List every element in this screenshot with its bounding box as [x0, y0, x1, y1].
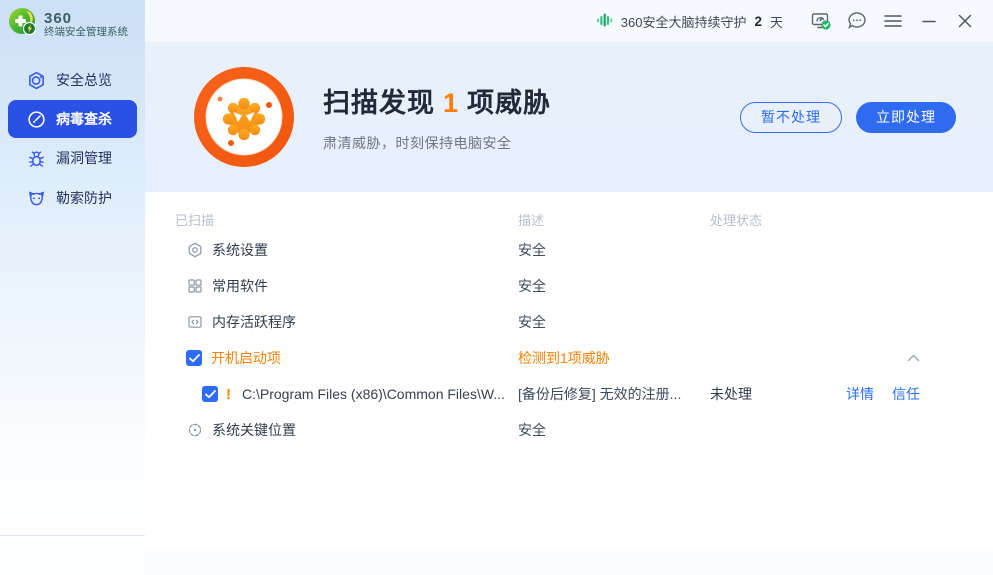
brain-wave-icon: [596, 12, 614, 31]
chat-bubble-icon[interactable]: [845, 9, 869, 33]
common-software-icon: [186, 278, 203, 295]
guard-unit: 天: [770, 12, 783, 31]
column-scanned: 已扫描: [175, 210, 518, 229]
table-row-threat-detail: ! C:\Program Files (x86)\Common Files\W.…: [175, 376, 993, 412]
collapse-chevron-up-icon[interactable]: [907, 354, 920, 362]
threat-virus-icon: [193, 66, 295, 168]
threat-count: 1: [443, 88, 459, 118]
row-description: 安全: [518, 312, 710, 332]
scan-result-subtitle: 肃清威胁，时刻保持电脑安全: [323, 133, 740, 153]
row-name: 系统关键位置: [212, 420, 296, 440]
trust-link[interactable]: 信任: [892, 384, 920, 404]
sidebar: 360 终端安全管理系统 安全总览: [0, 0, 145, 575]
threat-item-checkbox[interactable]: [202, 386, 218, 402]
scan-results-table: 已扫描 描述 处理状态 系统设置 安全: [145, 192, 993, 575]
table-header: 已扫描 描述 处理状态: [175, 206, 993, 232]
table-row-startup-items[interactable]: 开机启动项 检测到1项威胁: [175, 340, 993, 376]
security-brain-status: 360安全大脑持续守护 2 天: [596, 12, 783, 31]
minimize-icon[interactable]: [917, 9, 941, 33]
handle-now-button[interactable]: 立即处理: [856, 102, 956, 133]
threat-status: 未处理: [710, 384, 830, 404]
sidebar-bottom-panel: [0, 535, 145, 575]
column-status: 处理状态: [710, 210, 993, 229]
sidebar-item-vulnerability[interactable]: 漏洞管理: [0, 138, 145, 178]
threat-file-path: C:\Program Files (x86)\Common Files\W...: [242, 386, 505, 402]
brand-subtitle: 终端安全管理系统: [44, 27, 128, 38]
row-description: 安全: [518, 276, 710, 296]
table-row: 常用软件 安全: [175, 268, 993, 304]
row-name: 常用软件: [212, 276, 268, 296]
sidebar-item-label: 勒索防护: [56, 188, 112, 208]
handle-later-button[interactable]: 暂不处理: [740, 102, 842, 133]
security-overview-icon: [26, 70, 46, 90]
memory-process-icon: [186, 314, 203, 331]
scan-result-banner: 扫描发现 1 项威胁 肃清威胁，时刻保持电脑安全 暂不处理 立即处理: [145, 42, 993, 192]
brand: 360 终端安全管理系统: [0, 0, 145, 48]
remote-screen-check-icon[interactable]: [809, 9, 833, 33]
column-description: 描述: [518, 210, 710, 229]
bottom-strip: [145, 550, 993, 575]
sidebar-item-label: 病毒查杀: [56, 109, 112, 129]
title-suffix: 项威胁: [467, 88, 551, 118]
brand-name: 360: [44, 11, 128, 27]
virus-scan-icon: [26, 109, 46, 129]
guard-days: 2: [754, 14, 762, 29]
scan-result-title: 扫描发现 1 项威胁: [323, 81, 740, 120]
table-row: 系统设置 安全: [175, 232, 993, 268]
title-bar: 360安全大脑持续守护 2 天: [145, 0, 993, 42]
threat-description: [备份后修复] 无效的注册...: [518, 384, 710, 404]
brand-text: 360 终端安全管理系统: [44, 11, 128, 38]
action-buttons: 暂不处理 立即处理: [740, 102, 956, 133]
table-row: 系统关键位置 安全: [175, 412, 993, 448]
360-logo-icon: [8, 7, 38, 42]
row-description: 检测到1项威胁: [518, 348, 710, 368]
sidebar-nav: 安全总览 病毒查杀: [0, 60, 145, 218]
sidebar-item-label: 漏洞管理: [56, 148, 112, 168]
sidebar-item-security-overview[interactable]: 安全总览: [0, 60, 145, 100]
sidebar-item-ransomware[interactable]: 勒索防护: [0, 178, 145, 218]
system-settings-icon: [186, 242, 203, 259]
row-name: 开机启动项: [211, 348, 281, 368]
menu-icon[interactable]: [881, 9, 905, 33]
system-critical-location-icon: [186, 422, 203, 439]
app-window: 360 终端安全管理系统 安全总览: [0, 0, 993, 575]
scan-result-text: 扫描发现 1 项威胁 肃清威胁，时刻保持电脑安全: [323, 81, 740, 153]
table-row: 内存活跃程序 安全: [175, 304, 993, 340]
sidebar-item-virus-scan[interactable]: 病毒查杀: [8, 100, 137, 138]
main-area: 360安全大脑持续守护 2 天: [145, 0, 993, 575]
row-name: 内存活跃程序: [212, 312, 296, 332]
vulnerability-bug-icon: [26, 148, 46, 168]
warning-exclamation-icon: !: [226, 386, 234, 403]
close-icon[interactable]: [953, 9, 977, 33]
title-prefix: 扫描发现: [323, 88, 435, 118]
row-description: 安全: [518, 420, 710, 440]
guard-text: 360安全大脑持续守护: [621, 12, 747, 31]
startup-items-checkbox[interactable]: [186, 350, 202, 366]
sidebar-item-label: 安全总览: [56, 70, 112, 90]
row-name: 系统设置: [212, 240, 268, 260]
detail-link[interactable]: 详情: [846, 384, 874, 404]
ransomware-shield-icon: [26, 188, 46, 208]
row-description: 安全: [518, 240, 710, 260]
